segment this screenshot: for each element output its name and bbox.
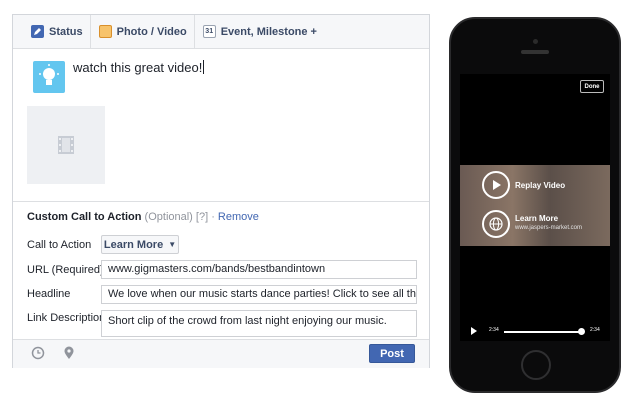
cta-title: Custom Call to Action [27,211,142,223]
cta-help-link[interactable]: [?] [196,211,208,223]
film-icon [58,136,74,154]
scrubber-track[interactable] [504,331,581,333]
tab-event-milestone[interactable]: 31 Event, Milestone + [193,14,324,49]
pencil-icon [31,25,44,38]
done-button[interactable]: Done [580,80,604,93]
post-body: watch this great video! [13,49,429,201]
play-icon[interactable] [471,327,477,335]
post-text-value: watch this great video! [73,60,203,75]
learn-more-label[interactable]: Learn More [515,214,558,223]
phone-preview: Done Replay Video Learn More www.jaspers… [449,17,621,393]
headline-label: Headline [27,288,71,300]
url-label: URL (Required) [27,264,104,276]
photo-icon [98,25,112,38]
replay-video-label[interactable]: Replay Video [515,181,565,190]
time-elapsed: 2:34 [489,327,499,333]
call-to-action-select[interactable]: Learn More ▼ [101,235,179,254]
chevron-down-icon: ▼ [168,240,177,249]
end-screen-overlay: Replay Video Learn More www.jaspers-mark… [460,165,610,246]
post-text-input[interactable]: watch this great video! [73,60,205,75]
text-cursor [203,60,205,74]
phone-speaker [521,50,549,54]
replay-icon[interactable] [482,171,510,199]
cta-title-row: Custom Call to Action (Optional) [?] · R… [27,211,259,223]
call-to-action-value: Learn More [103,238,164,251]
globe-icon[interactable] [482,210,510,238]
custom-call-to-action: Custom Call to Action (Optional) [?] · R… [13,201,429,339]
headline-field[interactable]: We love when our music starts dance part… [101,285,417,304]
video-player-screen: Done Replay Video Learn More www.jaspers… [460,74,610,341]
front-camera [533,39,538,44]
composer-footer: Post [13,339,429,368]
tab-status-label: Status [49,25,83,38]
time-total: 2:34 [590,327,600,333]
link-description-field[interactable]: Short clip of the crowd from last night … [101,310,417,337]
video-thumbnail[interactable] [27,106,105,184]
post-composer: Status Photo / Video 31 Event, Milestone… [12,14,430,368]
cta-optional: (Optional) [144,211,193,223]
playback-controls: 2:34 2:34 [460,326,610,338]
location-pin-icon[interactable] [63,346,75,363]
url-field[interactable]: www.gigmasters.com/bands/bestbandintown [101,260,417,279]
tab-event-milestone-label: Event, Milestone + [220,25,317,38]
composer-tabs: Status Photo / Video 31 Event, Milestone… [13,14,429,49]
clock-icon[interactable] [31,346,45,363]
scrubber-handle[interactable] [578,328,585,335]
cta-remove-link[interactable]: Remove [218,211,259,223]
link-description-label: Link Description [27,312,106,324]
tab-photo-video-label: Photo / Video [116,25,187,38]
tab-status[interactable]: Status [23,15,90,49]
tab-photo-video[interactable]: Photo / Video [89,14,194,49]
calendar-icon: 31 [202,25,216,38]
cta-separator: · [208,211,218,223]
home-button[interactable] [521,350,551,380]
post-button[interactable]: Post [369,344,415,363]
learn-more-url: www.jaspers-market.com [515,225,583,231]
lightbulb-avatar-icon [33,61,65,93]
call-to-action-label: Call to Action [27,239,92,251]
